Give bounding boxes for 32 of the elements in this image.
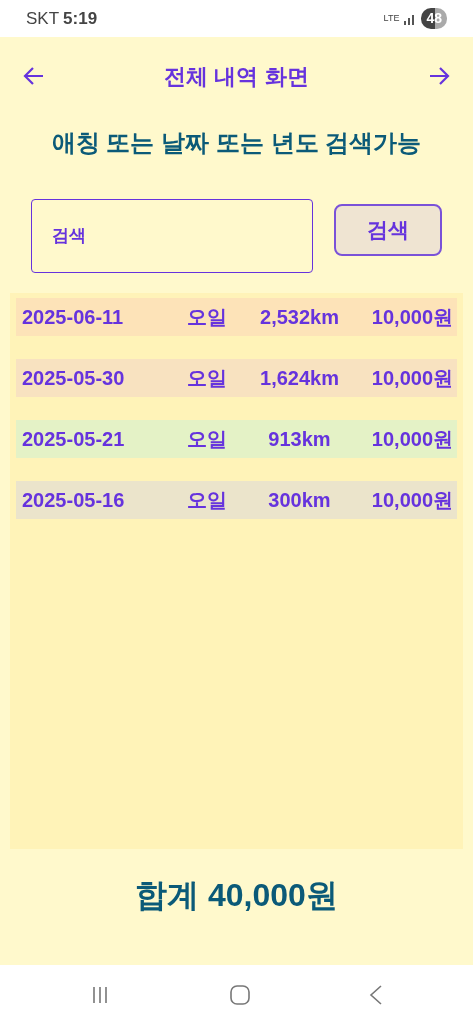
- amount-text: 10,000원: [370, 488, 453, 513]
- name-text: 오일: [186, 305, 228, 330]
- distance-text: 913km: [267, 427, 332, 452]
- record-row[interactable]: 2025-06-11 오일 2,532km 10,000원: [16, 298, 457, 336]
- amount-text: 10,000원: [370, 427, 453, 452]
- amount-text: 10,000원: [370, 366, 453, 391]
- home-icon[interactable]: [229, 984, 250, 1005]
- date-text: 2025-06-11: [22, 305, 125, 330]
- record-row[interactable]: 2025-05-30 오일 1,624km 10,000원: [16, 359, 457, 397]
- battery-indicator: 48: [421, 8, 447, 29]
- time-label: 5:19: [63, 7, 98, 30]
- distance-text: 300km: [267, 488, 332, 513]
- name-text: 오일: [186, 427, 228, 452]
- distance-text: 2,532km: [259, 305, 340, 330]
- record-row[interactable]: 2025-05-21 오일 913km 10,000원: [16, 420, 457, 458]
- carrier-label: SKT: [26, 7, 60, 30]
- search-hint: 애칭 또는 날짜 또는 년도 검색가능: [50, 128, 423, 158]
- back-icon[interactable]: [369, 984, 383, 1005]
- distance-text: 1,624km: [259, 366, 340, 391]
- network-label: LTE: [383, 11, 400, 25]
- search-field[interactable]: 검색: [31, 199, 313, 273]
- date-text: 2025-05-16: [22, 488, 126, 513]
- recent-apps-icon[interactable]: [90, 985, 110, 1004]
- name-text: 오일: [186, 488, 228, 513]
- date-text: 2025-05-30: [22, 366, 126, 391]
- record-row[interactable]: 2025-05-16 오일 300km 10,000원: [16, 481, 457, 519]
- total-text: 합계 40,000원: [134, 876, 339, 915]
- amount-text: 10,000원: [370, 305, 453, 330]
- screen-title: 전체 내역 화면: [164, 62, 309, 91]
- name-text: 오일: [186, 366, 228, 391]
- date-text: 2025-05-21: [22, 427, 126, 452]
- search-button[interactable]: 검색: [334, 204, 442, 256]
